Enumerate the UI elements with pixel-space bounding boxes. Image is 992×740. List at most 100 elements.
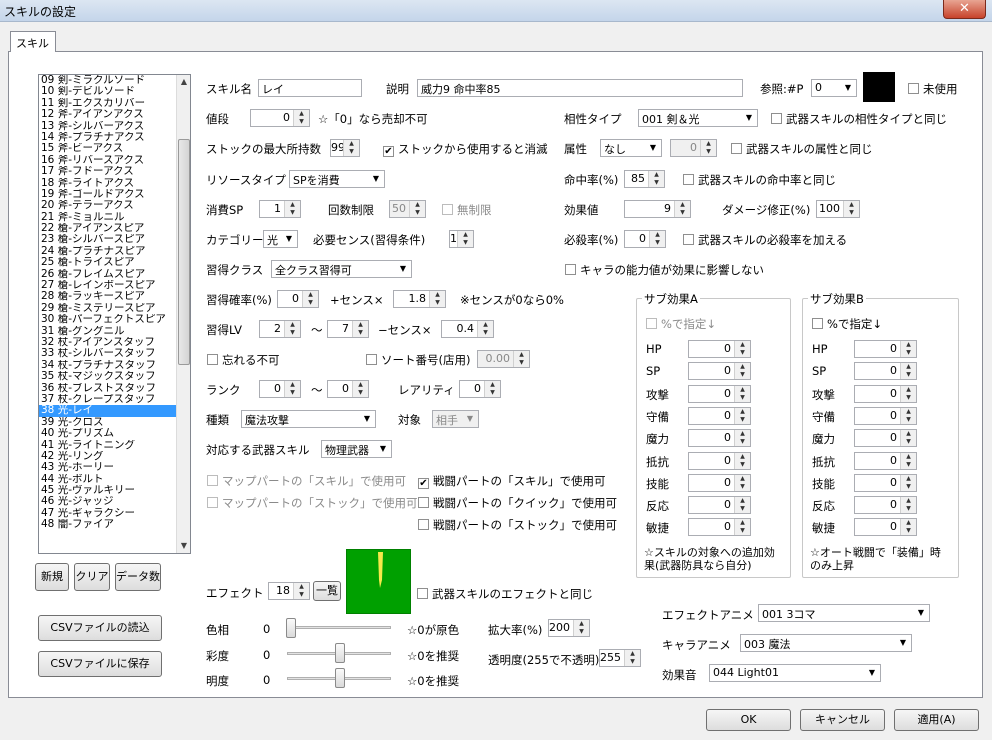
sub-stat-input[interactable]: 0 ▲ ▼ — [854, 340, 917, 358]
sub-stat-input[interactable]: 0 ▲ ▼ — [688, 362, 751, 381]
scroll-thumb[interactable] — [178, 139, 190, 365]
spinner-icon[interactable]: ▲ ▼ — [734, 407, 750, 424]
csv-load-button[interactable]: CSVファイルの読込 — [38, 615, 162, 641]
spinner-icon[interactable]: ▲ ▼ — [573, 620, 589, 636]
sub-stat-input[interactable]: 0 ▲ ▼ — [854, 496, 917, 515]
list-item[interactable]: 28 槍-ラッキースピア — [39, 291, 190, 302]
list-item[interactable]: 48 闇-ファイア — [39, 519, 190, 530]
chara-anim-select[interactable]: 003 魔法 ▼ — [740, 634, 912, 652]
list-item[interactable]: 16 斧-リバースアクス — [39, 155, 190, 166]
rarity-input[interactable]: 0 ▲ ▼ — [459, 380, 501, 398]
spinner-icon[interactable]: ▲ ▼ — [624, 650, 640, 666]
sp-input[interactable]: 1 ▲ ▼ — [259, 200, 301, 218]
list-item[interactable]: 45 光-ヴァルキリー — [39, 485, 190, 496]
spinner-icon[interactable]: ▲ ▼ — [734, 452, 750, 469]
list-item[interactable]: 34 杖-プラチナスタッフ — [39, 360, 190, 371]
spinner-icon[interactable]: ▲ ▼ — [900, 474, 916, 491]
list-item[interactable]: 43 光-ホーリー — [39, 462, 190, 473]
affinity-same-checkbox[interactable]: 武器スキルの相性タイプと同じ — [771, 111, 947, 127]
list-scrollbar[interactable]: ▲ ▼ — [176, 75, 190, 553]
cancel-button[interactable]: キャンセル — [800, 709, 885, 731]
new-button[interactable]: 新規 — [35, 563, 69, 591]
list-item[interactable]: 33 杖-シルバースタッフ — [39, 348, 190, 359]
opacity-input[interactable]: 255 ▲ ▼ — [599, 649, 641, 667]
list-item[interactable]: 46 光-ジャッジ — [39, 496, 190, 507]
spinner-icon[interactable]: ▲ ▼ — [284, 381, 300, 397]
unforget-checkbox[interactable]: 忘れる不可 — [207, 352, 280, 368]
spinner-icon[interactable]: ▲ ▼ — [284, 201, 300, 217]
sound-select[interactable]: 044 Light01 ▼ — [709, 664, 881, 682]
sub-stat-input[interactable]: 0 ▲ ▼ — [688, 406, 751, 425]
sub-stat-input[interactable]: 0 ▲ ▼ — [688, 429, 751, 448]
effect-anim-select[interactable]: 001 3コマ ▼ — [758, 604, 930, 622]
list-item[interactable]: 18 斧-ライトアクス — [39, 178, 190, 189]
spinner-icon[interactable]: ▲ ▼ — [900, 407, 916, 424]
spinner-icon[interactable]: ▲ ▼ — [900, 519, 916, 536]
sub-stat-input[interactable]: 0 ▲ ▼ — [854, 473, 917, 492]
bri-slider-thumb[interactable] — [335, 668, 345, 688]
sub-stat-input[interactable]: 0 ▲ ▼ — [854, 406, 917, 425]
list-item[interactable]: 31 槍-グングニル — [39, 326, 190, 337]
sub-stat-input[interactable]: 0 ▲ ▼ — [854, 518, 917, 537]
stock-consume-checkbox[interactable]: ✔ ストックから使用すると消滅 — [383, 141, 548, 157]
spinner-icon[interactable]: ▲ ▼ — [900, 341, 916, 357]
list-item[interactable]: 32 杖-アイアンスタッフ — [39, 337, 190, 348]
list-item[interactable]: 25 槍-トライスピア — [39, 257, 190, 268]
ok-button[interactable]: OK — [706, 709, 791, 731]
sub-stat-input[interactable]: 0 ▲ ▼ — [688, 518, 751, 537]
sub-b-pct-checkbox[interactable]: %で指定↓ — [812, 316, 882, 332]
sub-stat-input[interactable]: 0 ▲ ▼ — [688, 340, 751, 358]
list-item[interactable]: 36 杖-ブレストスタッフ — [39, 383, 190, 394]
list-item[interactable]: 35 杖-マジックスタッフ — [39, 371, 190, 382]
price-input[interactable]: 0 ▲ ▼ — [250, 109, 310, 127]
learn-lv-min-input[interactable]: 2 ▲ ▼ — [259, 320, 301, 338]
spinner-icon[interactable]: ▲ ▼ — [429, 291, 445, 307]
spinner-icon[interactable]: ▲ ▼ — [734, 430, 750, 447]
scroll-down-icon[interactable]: ▼ — [177, 539, 190, 553]
spinner-icon[interactable]: ▲ ▼ — [734, 341, 750, 357]
spinner-icon[interactable]: ▲ ▼ — [900, 452, 916, 469]
kind-select[interactable]: 魔法攻撃 ▼ — [241, 410, 376, 428]
spinner-icon[interactable]: ▲ ▼ — [293, 110, 309, 126]
unused-checkbox[interactable]: 未使用 — [908, 81, 958, 97]
effect-list-button[interactable]: 一覧 — [313, 581, 341, 601]
sub-stat-input[interactable]: 0 ▲ ▼ — [854, 451, 917, 470]
spinner-icon[interactable]: ▲ ▼ — [900, 430, 916, 447]
sub-stat-input[interactable]: 0 ▲ ▼ — [688, 451, 751, 470]
sense-req-input[interactable]: 1 ▲ ▼ — [449, 230, 474, 248]
spinner-icon[interactable]: ▲ ▼ — [352, 321, 368, 337]
effect-input[interactable]: 18 ▲ ▼ — [268, 582, 310, 600]
sub-stat-input[interactable]: 0 ▲ ▼ — [854, 362, 917, 381]
spinner-icon[interactable]: ▲ ▼ — [293, 583, 309, 599]
sub-stat-input[interactable]: 0 ▲ ▼ — [854, 429, 917, 448]
effect-same-checkbox[interactable]: 武器スキルのエフェクトと同じ — [417, 586, 593, 602]
sort-checkbox[interactable]: ソート番号(店用) — [366, 352, 470, 368]
attr-same-checkbox[interactable]: 武器スキルの属性と同じ — [731, 141, 873, 157]
csv-save-button[interactable]: CSVファイルに保存 — [38, 651, 162, 677]
battle-stock-checkbox[interactable]: 戦闘パートの「ストック」で使用可 — [418, 517, 617, 533]
hue-slider[interactable] — [287, 626, 391, 629]
spinner-icon[interactable]: ▲ ▼ — [900, 497, 916, 514]
chara-ability-checkbox[interactable]: キャラの能力値が効果に影響しない — [565, 262, 764, 278]
spinner-icon[interactable]: ▲ ▼ — [734, 474, 750, 491]
list-item[interactable]: 40 光-プリズム — [39, 428, 190, 439]
list-item[interactable]: 44 光-ボルト — [39, 474, 190, 485]
effect-val-input[interactable]: 9 ▲ ▼ — [624, 200, 691, 218]
learn-class-select[interactable]: 全クラス習得可 ▼ — [271, 260, 412, 278]
list-item[interactable]: 30 槍-パーフェクトスピア — [39, 314, 190, 325]
dmg-mod-input[interactable]: 100 ▲ ▼ — [816, 200, 860, 218]
list-item[interactable]: 47 光-ギャラクシー — [39, 508, 190, 519]
spinner-icon[interactable]: ▲ ▼ — [734, 363, 750, 380]
crit-input[interactable]: 0 ▲ ▼ — [624, 230, 666, 248]
data-count-button[interactable]: データ数 — [115, 563, 161, 591]
spinner-icon[interactable]: ▲ ▼ — [284, 321, 300, 337]
close-button[interactable]: ✕ — [943, 0, 986, 19]
list-item[interactable]: 41 光-ライトニング — [39, 440, 190, 451]
list-item[interactable]: 13 斧-シルバーアクス — [39, 121, 190, 132]
scroll-up-icon[interactable]: ▲ — [177, 75, 190, 89]
list-item[interactable]: 38 光-レイ — [39, 405, 190, 417]
spinner-icon[interactable]: ▲ ▼ — [648, 171, 664, 187]
list-item[interactable]: 17 斧-フドーアクス — [39, 166, 190, 177]
battle-skill-checkbox[interactable]: ✔ 戦闘パートの「スキル」で使用可 — [418, 473, 606, 489]
sub-stat-input[interactable]: 0 ▲ ▼ — [688, 496, 751, 515]
